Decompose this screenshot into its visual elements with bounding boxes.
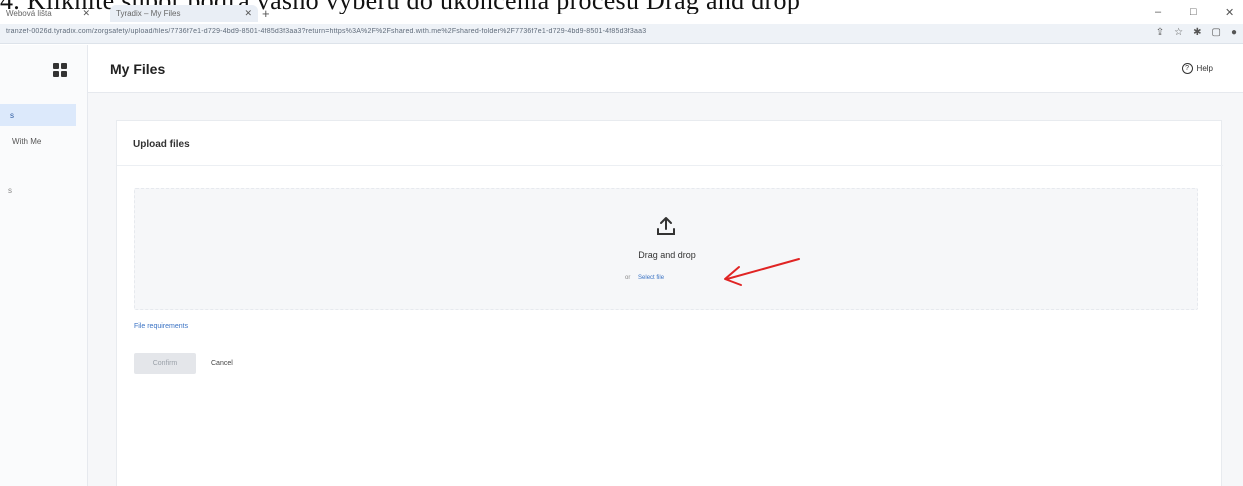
close-icon[interactable]: ✕ xyxy=(244,8,252,19)
close-window-icon[interactable]: ✕ xyxy=(1225,6,1234,19)
sidebar-item-label: s xyxy=(10,111,14,120)
sidebar-item-label: s xyxy=(8,186,12,195)
help-button[interactable]: ? Help xyxy=(1181,63,1213,74)
share-icon[interactable]: ⇪ xyxy=(1156,27,1164,38)
cancel-button[interactable]: Cancel xyxy=(207,353,237,374)
close-icon[interactable]: ✕ xyxy=(82,8,90,19)
browser-tab-active[interactable]: Tyradix – My Files ✕ xyxy=(110,5,258,22)
card-title: Upload files xyxy=(133,139,190,150)
select-file-link[interactable]: Select file xyxy=(638,275,664,281)
help-icon: ? xyxy=(1181,63,1193,74)
browser-tabbar: Webová lišta ✕ Tyradix – My Files ✕ + – … xyxy=(0,4,1243,24)
tab-label: Webová lišta xyxy=(6,9,52,18)
sidebar-item-other[interactable]: s xyxy=(8,186,12,195)
file-requirements-link[interactable]: File requirements xyxy=(134,323,188,330)
extension-icon[interactable]: ✱ xyxy=(1193,27,1201,38)
drop-zone[interactable]: Drag and drop or Select file xyxy=(134,188,1198,310)
upload-card: Upload files Drag and drop or Select fil… xyxy=(116,120,1223,486)
star-icon[interactable]: ☆ xyxy=(1174,27,1183,38)
profile-icon[interactable]: ● xyxy=(1231,27,1237,38)
confirm-button[interactable]: Confirm xyxy=(134,353,196,374)
dropzone-title: Drag and drop xyxy=(638,250,696,260)
tab-label: Tyradix – My Files xyxy=(116,9,181,18)
new-tab-icon[interactable]: + xyxy=(262,6,270,21)
apps-grid-icon[interactable] xyxy=(53,63,67,77)
sidebar-item-label: With Me xyxy=(12,137,42,146)
sidebar-item-shared-with-me[interactable]: With Me xyxy=(12,137,41,146)
address-bar[interactable]: tranzef-0026d.tyradix.com/zorgsafety/upl… xyxy=(0,24,1243,44)
maximize-icon[interactable]: □ xyxy=(1190,6,1197,18)
browser-toolbar-icons: ⇪ ☆ ✱ ▢ ● xyxy=(1156,27,1237,38)
url-text[interactable]: tranzef-0026d.tyradix.com/zorgsafety/upl… xyxy=(6,28,1086,40)
upload-icon xyxy=(657,217,675,235)
divider xyxy=(117,165,1223,166)
app-area: s With Me s My Files ? Help Upload files… xyxy=(0,45,1243,486)
page-title: My Files xyxy=(110,61,166,77)
help-label: Help xyxy=(1196,64,1213,73)
sidepanel-icon[interactable]: ▢ xyxy=(1212,27,1221,38)
dropzone-subtext: or Select file xyxy=(625,275,664,281)
browser-tab[interactable]: Webová lišta ✕ xyxy=(0,5,96,22)
page-header: My Files ? Help xyxy=(88,45,1243,93)
minimize-icon[interactable]: – xyxy=(1155,6,1161,18)
annotation-arrow-icon xyxy=(724,258,800,286)
or-label: or xyxy=(625,275,631,281)
sidebar-item-my-files[interactable]: s xyxy=(0,104,76,126)
sidebar: s With Me s xyxy=(0,45,88,486)
